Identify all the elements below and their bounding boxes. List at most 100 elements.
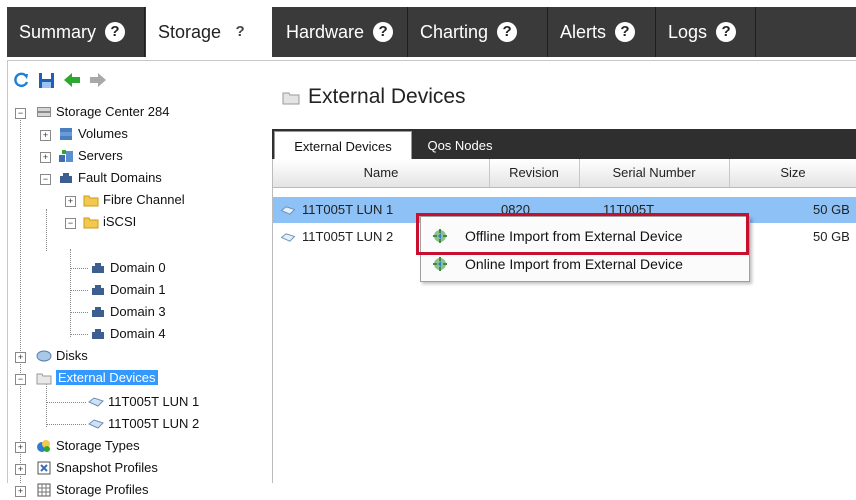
tree-item-storage-profiles[interactable]: Storage Profiles (36, 479, 149, 500)
menu-item-label: Online Import from External Device (465, 256, 683, 272)
help-icon[interactable]: ? (497, 22, 518, 42)
tree-item-label: Servers (78, 148, 123, 163)
expand-toggle[interactable]: + (40, 152, 51, 163)
tree-connector (70, 334, 88, 335)
cell-size: 50 GB (813, 202, 850, 217)
fault-domain-icon (92, 262, 104, 273)
tab-logs-label: Logs (668, 21, 708, 42)
tab-label: Qos Nodes (427, 137, 493, 153)
tree-item-domain[interactable]: Domain 3 (90, 301, 166, 322)
tab-charting-label: Charting (420, 21, 489, 42)
tree-item-storage-types[interactable]: Storage Types (36, 435, 140, 456)
collapse-toggle[interactable]: − (40, 174, 51, 185)
tree-item-servers[interactable]: Servers (58, 145, 123, 166)
expand-toggle[interactable]: + (65, 196, 76, 207)
forward-arrow-icon[interactable] (89, 72, 107, 88)
storage-center-icon (37, 106, 51, 117)
folder-icon (83, 217, 99, 228)
page-title: External Devices (282, 85, 466, 109)
cell-size: 50 GB (813, 229, 850, 244)
tab-charting[interactable]: Charting ? (408, 7, 548, 57)
help-icon[interactable]: ? (230, 22, 251, 42)
column-header-revision[interactable]: Revision (489, 159, 580, 187)
tree-item-domain[interactable]: Domain 1 (90, 279, 166, 300)
fault-domain-icon (92, 284, 104, 295)
tab-storage-label: Storage (158, 21, 222, 42)
tab-qos-nodes[interactable]: Qos Nodes (412, 131, 508, 159)
tree-connector (70, 312, 88, 313)
tree-item-fault-domains[interactable]: Fault Domains (58, 167, 162, 188)
collapse-toggle[interactable]: − (15, 374, 26, 385)
tree-item-external-devices[interactable]: External Devices (36, 367, 158, 388)
tree-item-lun[interactable]: 11T005T LUN 2 (88, 413, 199, 434)
tab-external-devices[interactable]: External Devices (274, 131, 412, 160)
import-icon (433, 257, 447, 271)
tab-label: External Devices (294, 138, 392, 154)
tree-item-label: Domain 3 (110, 304, 166, 319)
tree-item-label: 11T005T LUN 1 (108, 394, 200, 409)
fault-domain-icon (60, 172, 72, 183)
tree-item-label: Snapshot Profiles (56, 460, 158, 475)
tab-storage[interactable]: Storage ? (146, 7, 272, 57)
storage-types-icon (37, 439, 50, 452)
back-arrow-icon[interactable] (63, 72, 81, 88)
expand-toggle[interactable]: + (15, 486, 26, 497)
servers-icon (59, 149, 73, 162)
column-header-serial-number[interactable]: Serial Number (579, 159, 730, 187)
tree-item-iscsi[interactable]: iSCSI (83, 211, 136, 232)
collapse-toggle[interactable]: − (65, 218, 76, 229)
tab-logs[interactable]: Logs ? (656, 7, 756, 57)
tree-connector (46, 402, 86, 403)
tree-item-domain[interactable]: Domain 4 (90, 323, 166, 344)
tree-item-label: Disks (56, 348, 88, 363)
tree-item-disks[interactable]: Disks (36, 345, 88, 366)
tree-item-label: iSCSI (103, 214, 137, 229)
column-header-size[interactable]: Size (729, 159, 856, 187)
cell-name: 11T005T LUN 1 (279, 197, 393, 223)
tree-connector (20, 111, 21, 483)
tree-item-lun[interactable]: 11T005T LUN 1 (88, 391, 199, 412)
tree-item-label: Fibre Channel (103, 192, 185, 207)
save-icon[interactable] (38, 72, 55, 89)
tree-item-fibre-channel[interactable]: Fibre Channel (83, 189, 185, 210)
help-icon[interactable]: ? (105, 22, 126, 42)
tab-alerts[interactable]: Alerts ? (548, 7, 656, 57)
tree-item-domain[interactable]: Domain 0 (90, 257, 166, 278)
navigation-panel: − Storage Center 284 + Volumes + Servers… (7, 60, 264, 497)
lun-icon (280, 205, 296, 215)
expand-toggle[interactable]: + (40, 130, 51, 141)
help-icon[interactable]: ? (373, 22, 394, 42)
help-icon[interactable]: ? (615, 22, 636, 42)
callout-highlight-box (416, 213, 749, 255)
tab-hardware[interactable]: Hardware ? (274, 7, 408, 57)
tree-item-label: Domain 1 (110, 282, 166, 297)
expand-toggle[interactable]: + (15, 442, 26, 453)
folder-icon (83, 195, 99, 206)
tree-connector (46, 209, 47, 251)
fault-domain-icon (92, 306, 104, 317)
tab-summary[interactable]: Summary ? (7, 7, 145, 57)
tree-item-label: Domain 4 (110, 326, 166, 341)
tree-item-label: Storage Types (56, 438, 140, 453)
tree-item-storage-center[interactable]: Storage Center 284 (36, 101, 169, 122)
fault-domain-icon (92, 328, 104, 339)
lun-icon (88, 418, 104, 429)
folder-icon (282, 92, 300, 104)
tab-divider (144, 7, 145, 57)
expand-toggle[interactable]: + (15, 464, 26, 475)
snapshot-profile-icon (37, 461, 51, 474)
storage-profile-icon (37, 483, 51, 496)
cell-name-text: 11T005T LUN 2 (302, 229, 394, 244)
table-header: Name Revision Serial Number Size (273, 159, 856, 188)
tree-item-volumes[interactable]: Volumes (58, 123, 128, 144)
tree-item-snapshot-profiles[interactable]: Snapshot Profiles (36, 457, 158, 478)
tab-alerts-label: Alerts (560, 21, 607, 42)
help-icon[interactable]: ? (716, 22, 737, 42)
refresh-icon[interactable] (12, 71, 30, 89)
external-devices-table: Name Revision Serial Number Size 11T005T… (272, 159, 856, 483)
collapse-toggle[interactable]: − (15, 108, 26, 119)
tree-connector (70, 268, 88, 269)
page-title-text: External Devices (308, 85, 466, 108)
expand-toggle[interactable]: + (15, 352, 26, 363)
column-header-name[interactable]: Name (273, 159, 490, 187)
